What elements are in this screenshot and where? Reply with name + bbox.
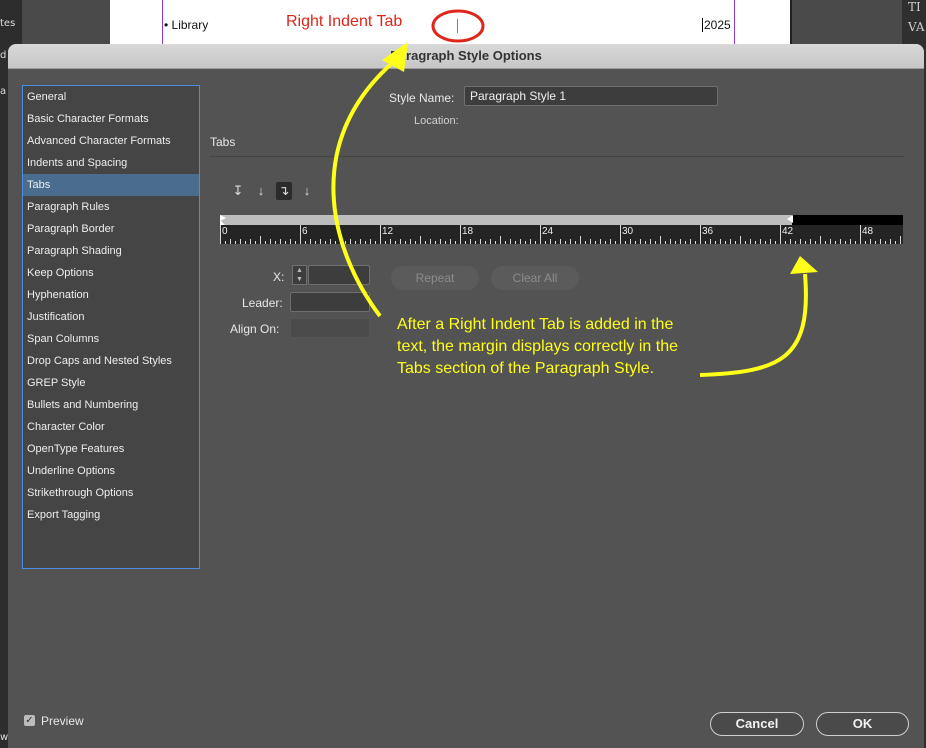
annotation-text: After a Right Indent Tab is added in the…	[397, 314, 678, 380]
yellow-arrow-ruler	[699, 273, 808, 377]
yellow-arrow-up	[331, 56, 400, 318]
annotation-line: After a Right Indent Tab is added in the	[397, 316, 674, 333]
annotation-line: Tabs section of the Paragraph Style.	[397, 360, 655, 377]
annotation-line: text, the margin displays correctly in t…	[397, 338, 679, 355]
yellow-arrowhead-ruler	[790, 256, 818, 274]
red-highlight-circle	[431, 9, 485, 43]
